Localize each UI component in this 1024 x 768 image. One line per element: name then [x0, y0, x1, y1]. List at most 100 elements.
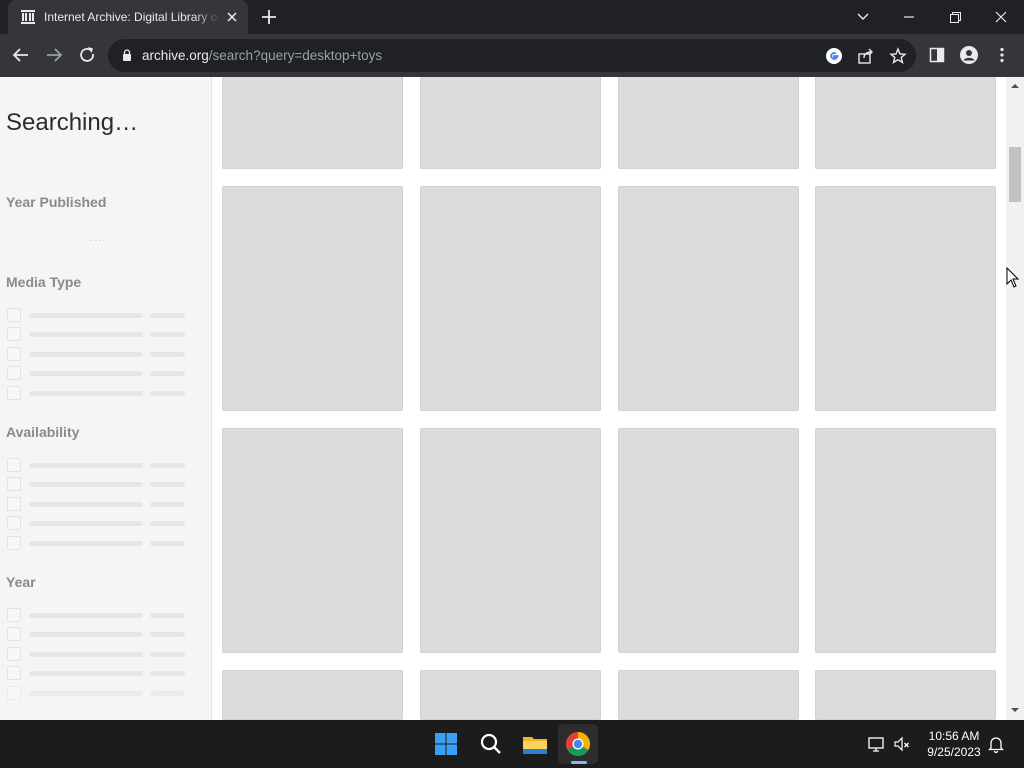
skeleton-count: [150, 352, 185, 357]
skeleton-checkbox: [7, 536, 21, 550]
google-lens-icon[interactable]: [824, 46, 844, 66]
result-tile-placeholder[interactable]: [222, 186, 403, 411]
result-tile-placeholder[interactable]: [420, 428, 601, 653]
skeleton-count: [150, 521, 185, 526]
skeleton-count: [150, 652, 185, 657]
facet-skeleton-row: [7, 458, 187, 472]
skeleton-label: [29, 502, 143, 507]
chrome-app-icon[interactable]: [562, 728, 594, 760]
skeleton-checkbox: [7, 347, 21, 361]
facet-skeleton-row: [7, 308, 187, 322]
skeleton-label: [29, 521, 143, 526]
result-tile-placeholder[interactable]: [420, 77, 601, 169]
skeleton-label: [29, 671, 143, 676]
notification-bell-icon[interactable]: [986, 734, 1006, 754]
skeleton-label: [29, 463, 143, 468]
result-tile-placeholder[interactable]: [618, 670, 799, 720]
skeleton-label: [29, 391, 143, 396]
skeleton-label: [29, 352, 143, 357]
facet-skeleton-row: [7, 516, 187, 530]
result-tile-placeholder[interactable]: [815, 670, 996, 720]
results-grid: [212, 77, 1006, 720]
skeleton-checkbox: [7, 366, 21, 380]
skeleton-checkbox: [7, 627, 21, 641]
network-icon[interactable]: [866, 734, 886, 754]
skeleton-checkbox: [7, 497, 21, 511]
new-tab-icon[interactable]: [259, 7, 279, 27]
back-arrow-icon[interactable]: [8, 42, 34, 68]
taskbar-search-icon[interactable]: [475, 728, 507, 760]
result-tile-placeholder[interactable]: [815, 428, 996, 653]
skeleton-label: [29, 332, 143, 337]
facet-skeleton-row: [7, 477, 187, 491]
facet-title-media-type: Media Type: [6, 274, 82, 290]
minimize-icon[interactable]: [896, 4, 922, 30]
close-window-icon[interactable]: [988, 4, 1014, 30]
search-status: Searching…: [6, 109, 139, 136]
result-tile-placeholder[interactable]: [420, 186, 601, 411]
address-bar[interactable]: archive.org/search?query=desktop+toys: [108, 39, 916, 72]
skeleton-count: [150, 541, 185, 546]
skeleton-checkbox: [7, 666, 21, 680]
skeleton-count: [150, 632, 185, 637]
scroll-down-arrow-icon[interactable]: [1006, 703, 1024, 717]
reload-icon[interactable]: [74, 42, 100, 68]
skeleton-checkbox: [7, 516, 21, 530]
side-panel-icon[interactable]: [927, 45, 947, 65]
skeleton-count: [150, 391, 185, 396]
facet-skeleton-row: [7, 686, 187, 700]
skeleton-label: [29, 691, 143, 696]
scroll-up-arrow-icon[interactable]: [1006, 79, 1024, 93]
volume-muted-icon[interactable]: [892, 734, 912, 754]
tab-search-chevron-icon[interactable]: [850, 4, 876, 30]
scrollbar-thumb[interactable]: [1009, 147, 1021, 202]
archive-favicon-icon: [20, 9, 36, 25]
skeleton-label: [29, 371, 143, 376]
bookmark-star-icon[interactable]: [888, 46, 908, 66]
lock-icon[interactable]: [120, 48, 134, 62]
taskbar-clock[interactable]: 10:56 AM 9/25/2023: [918, 728, 990, 760]
skeleton-checkbox: [7, 477, 21, 491]
windows-start-icon[interactable]: [430, 728, 462, 760]
result-tile-placeholder[interactable]: [618, 186, 799, 411]
result-tile-placeholder[interactable]: [618, 77, 799, 169]
skeleton-count: [150, 371, 185, 376]
url-text[interactable]: archive.org/search?query=desktop+toys: [142, 48, 382, 64]
forward-arrow-icon[interactable]: [41, 42, 67, 68]
profile-avatar-icon[interactable]: [959, 45, 979, 65]
result-tile-placeholder[interactable]: [815, 186, 996, 411]
facet-skeleton-row: [7, 627, 187, 641]
page-scrollbar[interactable]: [1006, 77, 1024, 720]
facet-title-year-published: Year Published: [6, 194, 107, 210]
result-tile-placeholder[interactable]: [222, 670, 403, 720]
result-tile-placeholder[interactable]: [222, 77, 403, 169]
browser-titlebar: Internet Archive: Digital Library of Fre…: [0, 0, 1024, 34]
skeleton-count: [150, 463, 185, 468]
skeleton-count: [150, 502, 185, 507]
browser-toolbar: archive.org/search?query=desktop+toys: [0, 34, 1024, 77]
skeleton-checkbox: [7, 308, 21, 322]
facet-skeleton-row: [7, 386, 187, 400]
tab-close-icon[interactable]: [224, 9, 240, 25]
facet-skeleton-row: [7, 647, 187, 661]
facet-skeleton-row: [7, 347, 187, 361]
skeleton-label: [29, 313, 143, 318]
browser-menu-icon[interactable]: [992, 45, 1012, 65]
file-explorer-icon[interactable]: [519, 728, 551, 760]
url-path: /search?query=desktop+toys: [208, 48, 383, 63]
result-tile-placeholder[interactable]: [815, 77, 996, 169]
skeleton-checkbox: [7, 386, 21, 400]
share-icon[interactable]: [856, 46, 876, 66]
result-tile-placeholder[interactable]: [420, 670, 601, 720]
result-tile-placeholder[interactable]: [618, 428, 799, 653]
facet-title-availability: Availability: [6, 424, 80, 440]
skeleton-label: [29, 541, 143, 546]
browser-tab[interactable]: Internet Archive: Digital Library of Fre…: [8, 0, 248, 34]
clock-date: 9/25/2023: [927, 745, 981, 759]
skeleton-checkbox: [7, 647, 21, 661]
skeleton-label: [29, 652, 143, 657]
page-viewport: Searching… Year Published ··· Media Type…: [0, 77, 1024, 720]
restore-icon[interactable]: [942, 4, 968, 30]
chrome-running-indicator: [571, 761, 587, 764]
result-tile-placeholder[interactable]: [222, 428, 403, 653]
